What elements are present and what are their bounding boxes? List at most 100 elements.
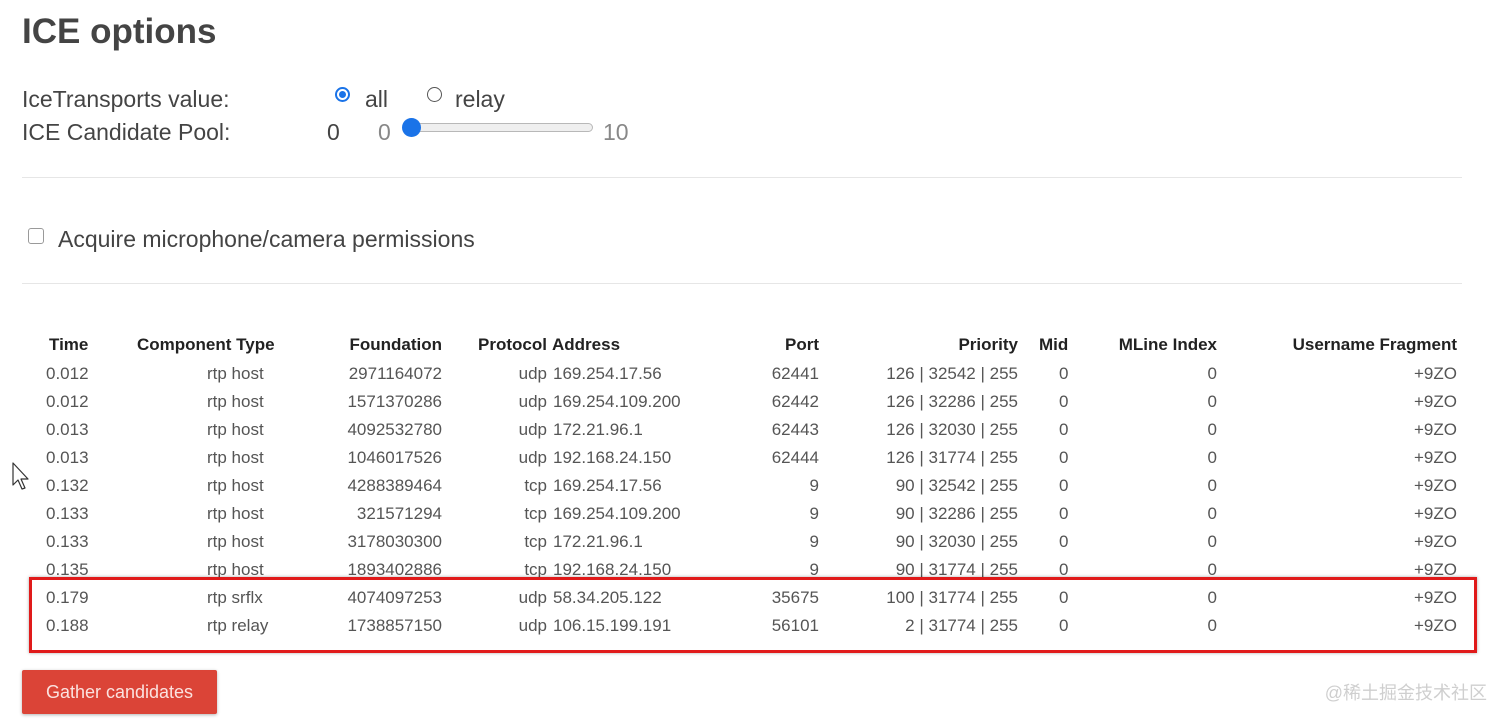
cell-component-type: rtp host <box>207 420 264 439</box>
cell-address: 169.254.109.200 <box>553 392 681 411</box>
cell-mline-index: 0 <box>1207 476 1217 495</box>
cell-foundation: 321571294 <box>356 504 442 523</box>
cell-time: 0.132 <box>46 476 89 495</box>
cell-priority: 126 | 31774 | 255 <box>886 448 1018 467</box>
table-row: 0.133 rtp host 321571294 tcp 169.254.109.200… <box>0 501 1503 529</box>
permissions-label[interactable]: Acquire microphone/camera permissions <box>58 225 475 253</box>
cell-mid: 0 <box>1059 504 1069 523</box>
cell-username-fragment: +9ZO <box>1414 532 1457 551</box>
radio-all[interactable] <box>335 87 350 102</box>
cell-component-type: rtp host <box>207 364 264 383</box>
mouse-cursor-icon <box>12 462 29 490</box>
cell-mline-index: 0 <box>1207 420 1217 439</box>
header-time: Time <box>49 335 89 354</box>
slider-thumb[interactable] <box>402 118 421 137</box>
cell-address: 192.168.24.150 <box>553 448 672 467</box>
cell-protocol: tcp <box>524 504 547 523</box>
cell-priority: 126 | 32030 | 255 <box>886 420 1018 439</box>
table-row: 0.012 rtp host 1571370286 udp 169.254.109.20… <box>0 389 1503 417</box>
divider <box>22 177 1462 178</box>
cell-mid: 0 <box>1059 392 1069 411</box>
cell-mid: 0 <box>1059 420 1069 439</box>
cell-protocol: udp <box>518 420 547 439</box>
cell-mline-index: 0 <box>1207 392 1217 411</box>
cell-priority: 126 | 32286 | 255 <box>886 392 1018 411</box>
cell-time: 0.133 <box>46 504 89 523</box>
table-row: 0.133 rtp host 3178030300 tcp 172.21.96.1 9 90… <box>0 529 1503 557</box>
header-priority: Priority <box>958 335 1018 354</box>
cell-time: 0.133 <box>46 532 89 551</box>
table-row: 0.013 rtp host 4092532780 udp 172.21.96.1 624… <box>0 417 1503 445</box>
permissions-checkbox[interactable] <box>28 228 44 244</box>
cell-port: 62443 <box>771 420 819 439</box>
cell-mid: 0 <box>1059 476 1069 495</box>
cell-foundation: 3178030300 <box>347 532 442 551</box>
cell-mid: 0 <box>1059 448 1069 467</box>
header-component-type: Component Type <box>137 335 275 354</box>
header-address: Address <box>552 335 621 354</box>
cell-component-type: rtp host <box>207 448 264 467</box>
cell-foundation: 2971164072 <box>348 364 442 383</box>
cell-address: 169.254.17.56 <box>553 364 662 383</box>
cell-protocol: udp <box>518 364 547 383</box>
cell-component-type: rtp host <box>207 504 264 523</box>
table-row: 0.012 rtp host 2971164072 udp 169.254.17.56 6… <box>0 361 1503 389</box>
cell-time: 0.013 <box>46 420 89 439</box>
cell-username-fragment: +9ZO <box>1414 364 1457 383</box>
cell-username-fragment: +9ZO <box>1414 420 1457 439</box>
slider-min-label: 0 <box>378 119 391 145</box>
cell-foundation: 4092532780 <box>347 420 442 439</box>
radio-relay-label[interactable]: relay <box>455 85 505 113</box>
cell-component-type: rtp host <box>207 392 264 411</box>
cell-component-type: rtp host <box>207 476 264 495</box>
divider <box>22 283 1462 284</box>
cell-time: 0.013 <box>46 448 89 467</box>
cell-username-fragment: +9ZO <box>1414 392 1457 411</box>
cell-username-fragment: +9ZO <box>1414 504 1457 523</box>
header-username-fragment: Username Fragment <box>1292 335 1457 354</box>
cell-protocol: tcp <box>524 532 547 551</box>
cell-priority: 90 | 32542 | 255 <box>895 476 1018 495</box>
cell-mline-index: 0 <box>1207 364 1217 383</box>
cell-username-fragment: +9ZO <box>1414 476 1457 495</box>
slider-max-label: 10 <box>603 119 629 145</box>
cell-port: 62442 <box>771 392 819 411</box>
table-row: 0.132 rtp host 4288389464 tcp 169.254.17.56 9… <box>0 473 1503 501</box>
cell-address: 169.254.17.56 <box>553 476 662 495</box>
cell-mline-index: 0 <box>1207 532 1217 551</box>
cell-time: 0.012 <box>46 364 89 383</box>
cell-port: 9 <box>809 504 819 523</box>
cell-component-type: rtp host <box>207 532 264 551</box>
cell-port: 62441 <box>771 364 819 383</box>
radio-all-label[interactable]: all <box>365 85 388 113</box>
radio-relay[interactable] <box>427 87 442 102</box>
gather-candidates-button[interactable]: Gather candidates <box>22 670 217 714</box>
cell-mid: 0 <box>1059 532 1069 551</box>
cell-protocol: udp <box>518 448 547 467</box>
cell-priority: 126 | 32542 | 255 <box>886 364 1018 383</box>
cell-mline-index: 0 <box>1207 448 1217 467</box>
cell-address: 172.21.96.1 <box>553 532 643 551</box>
candidate-pool-label: ICE Candidate Pool: <box>22 119 231 145</box>
cell-mid: 0 <box>1059 364 1069 383</box>
cell-address: 169.254.109.200 <box>553 504 681 523</box>
header-mid: Mid <box>1039 335 1069 354</box>
cell-protocol: tcp <box>524 476 547 495</box>
header-protocol: Protocol <box>478 335 547 354</box>
cell-foundation: 4288389464 <box>347 476 442 495</box>
cell-time: 0.012 <box>46 392 89 411</box>
table-row: 0.013 rtp host 1046017526 udp 192.168.24.150… <box>0 445 1503 473</box>
candidate-pool-value: 0 <box>327 119 340 145</box>
watermark: @稀土掘金技术社区 <box>1324 683 1487 703</box>
cell-address: 172.21.96.1 <box>553 420 643 439</box>
header-foundation: Foundation <box>349 335 442 354</box>
page-title: ICE options <box>22 12 217 51</box>
cell-port: 9 <box>809 476 819 495</box>
highlight-annotation <box>29 577 1477 653</box>
cell-username-fragment: +9ZO <box>1414 448 1457 467</box>
candidate-pool-slider[interactable] <box>410 123 593 132</box>
header-mline-index: MLine Index <box>1118 335 1217 354</box>
cell-protocol: udp <box>518 392 547 411</box>
cell-port: 62444 <box>771 448 819 467</box>
ice-transports-label: IceTransports value: <box>22 86 230 112</box>
